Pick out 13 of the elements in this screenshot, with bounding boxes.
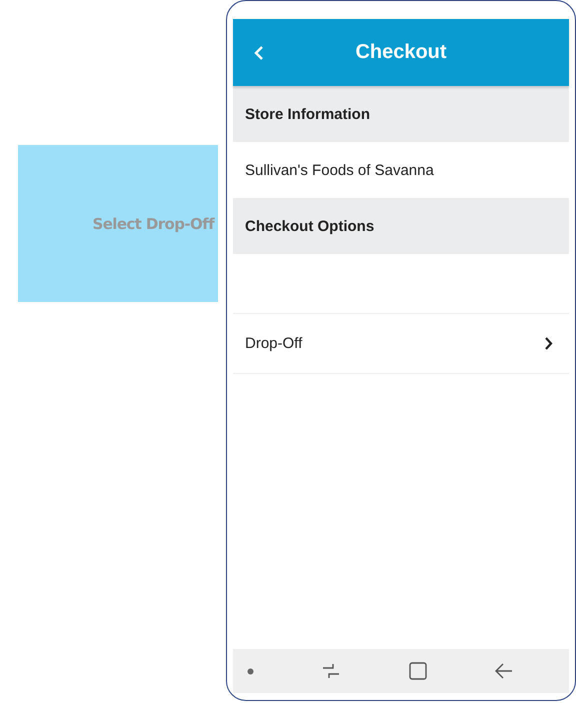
back-arrow-icon[interactable] xyxy=(494,663,513,679)
back-icon[interactable] xyxy=(254,46,264,60)
chevron-icon xyxy=(544,337,553,350)
dot-icon[interactable] xyxy=(247,668,254,674)
section-header: Checkout Options xyxy=(233,198,569,254)
home-icon[interactable] xyxy=(408,662,427,680)
screen-title: Checkout xyxy=(354,41,448,64)
list-item[interactable]: Drop-Off xyxy=(233,314,569,374)
recent-apps-icon[interactable] xyxy=(322,663,340,679)
item-label: Drop-Off xyxy=(245,335,302,352)
callout-text: Select Drop-Off xyxy=(92,214,214,232)
section-header: Store Information xyxy=(233,86,569,142)
store-name: Sullivan's Foods of Savanna xyxy=(244,160,435,180)
